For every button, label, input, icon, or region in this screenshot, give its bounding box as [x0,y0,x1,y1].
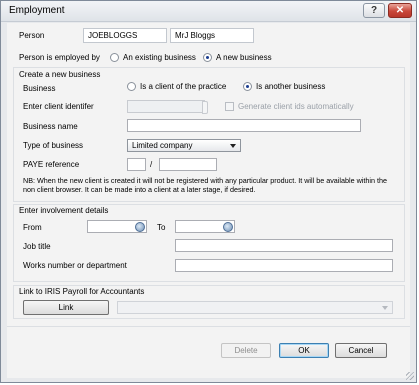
payroll-link-select [117,301,393,314]
calendar-icon[interactable] [223,222,233,232]
radio-another-business-label[interactable]: Is another business [256,82,325,91]
radio-another-business[interactable] [243,82,252,91]
client-identifier-input [127,100,208,114]
paye-part1-input[interactable] [127,158,146,171]
help-icon: ? [370,5,378,16]
type-of-business-label: Type of business [23,141,84,150]
footer-divider [7,326,410,327]
client-identifier-spinner [202,101,208,114]
to-label: To [157,223,166,232]
new-client-note: NB: When the new client is created it wi… [23,176,387,194]
radio-existing-business-label[interactable]: An existing business [123,53,196,62]
dialog-content: Person JOEBLOGGS MrJ Bloggs Person is em… [7,23,410,378]
radio-new-business-label[interactable]: A new business [216,53,272,62]
paye-part2-input[interactable] [159,158,217,171]
from-date-input[interactable] [87,220,147,233]
employed-by-label: Person is employed by [19,53,100,62]
calendar-icon[interactable] [135,222,145,232]
job-title-input[interactable] [175,239,393,252]
business-name-label: Business name [23,122,78,131]
radio-client-of-practice[interactable] [127,82,136,91]
close-button[interactable]: ✕ [388,3,412,18]
title-bar: Employment ? ✕ [1,1,416,22]
generate-ids-checkbox [225,102,234,111]
works-number-input[interactable] [175,259,393,272]
paye-separator: / [150,160,153,169]
cancel-button[interactable]: Cancel [335,343,387,358]
payroll-group-label: Link to IRIS Payroll for Accountants [19,287,145,296]
involvement-group-label: Enter involvement details [19,206,109,215]
employment-dialog: Employment ? ✕ Person JOEBLOGGS MrJ Blog… [0,0,417,383]
close-icon: ✕ [395,5,405,16]
generate-ids-label: Generate client ids automatically [238,102,354,111]
paye-label: PAYE reference [23,160,80,169]
person-name-field: MrJ Bloggs [170,28,254,43]
person-label: Person [19,31,45,40]
from-label: From [23,223,42,232]
type-of-business-select[interactable]: Limited company [127,139,241,152]
window-title: Employment [9,5,65,16]
business-label: Business [23,84,56,93]
to-date-input[interactable] [175,220,235,233]
chevron-down-icon [382,306,388,310]
radio-new-business[interactable] [203,53,212,62]
radio-existing-business[interactable] [110,53,119,62]
business-name-input[interactable] [127,119,361,132]
client-identifier-label: Enter client identifer [23,102,94,111]
ok-button[interactable]: OK [279,343,329,358]
radio-client-of-practice-label[interactable]: Is a client of the practice [140,82,226,91]
job-title-label: Job title [23,242,51,251]
link-button[interactable]: Link [23,300,109,315]
works-number-label: Works number or department [23,261,127,270]
delete-button[interactable]: Delete [221,343,271,358]
chevron-down-icon [230,144,236,148]
help-button[interactable]: ? [363,3,385,18]
create-business-group-label: Create a new business [19,70,101,79]
person-code-field: JOEBLOGGS [83,28,167,43]
resize-grip-icon[interactable] [406,372,414,380]
